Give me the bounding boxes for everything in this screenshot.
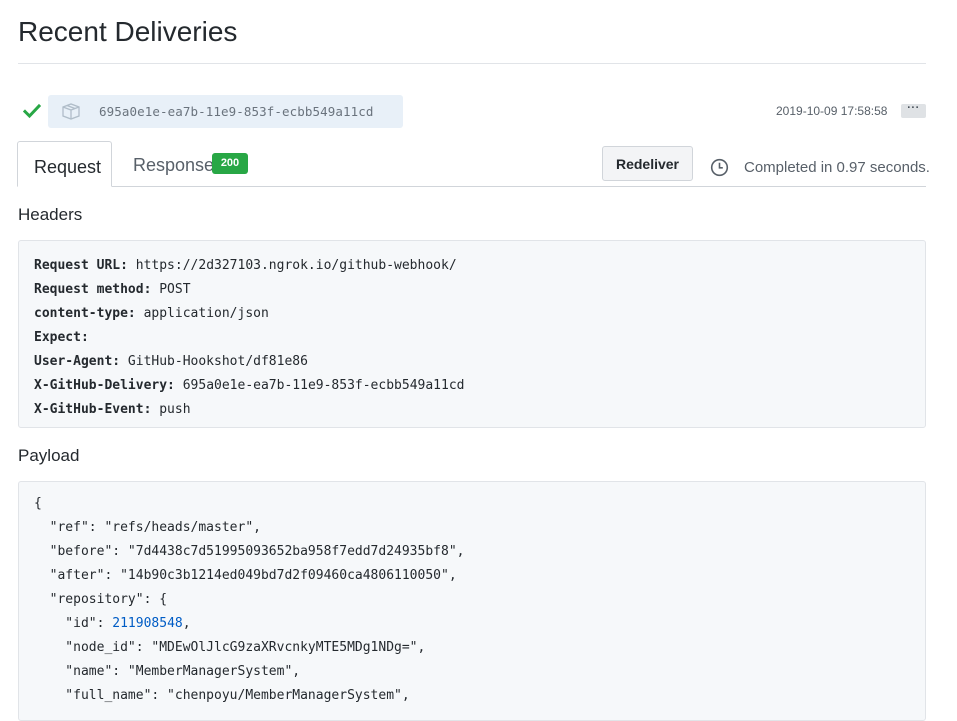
- header-key: Request URL:: [34, 258, 128, 273]
- delivery-timestamp: 2019-10-09 17:58:58: [776, 104, 888, 118]
- header-line: Expect:: [34, 326, 925, 350]
- payload-line: "full_name": "chenpoyu/MemberManagerSyst…: [34, 688, 410, 703]
- tab-request-label: Request: [34, 157, 102, 177]
- payload-line: "after": "14b90c3b1214ed049bd7d2f09460ca…: [34, 568, 457, 583]
- headers-heading: Headers: [18, 205, 83, 224]
- header-key: X-GitHub-Event:: [34, 402, 152, 417]
- response-status-badge: 200: [212, 153, 248, 174]
- header-key: content-type:: [34, 306, 136, 321]
- payload-heading: Payload: [18, 446, 80, 465]
- header-value: push: [151, 402, 191, 417]
- headers-block: Request URL: https://2d327103.ngrok.io/g…: [18, 240, 926, 428]
- redeliver-button[interactable]: Redeliver: [602, 146, 693, 181]
- header-value: 695a0e1e-ea7b-11e9-853f-ecbb549a11cd: [174, 378, 465, 393]
- tab-response[interactable]: Response: [133, 155, 214, 176]
- header-value: application/json: [135, 306, 269, 321]
- payload-line: "id": 211908548,: [34, 612, 925, 636]
- header-line: Request URL: https://2d327103.ngrok.io/g…: [34, 254, 925, 278]
- header-line: X-GitHub-Delivery: 695a0e1e-ea7b-11e9-85…: [34, 374, 925, 398]
- header-line: content-type: application/json: [34, 302, 925, 326]
- payload-line: "before": "7d4438c7d51995093652ba958f7ed…: [34, 544, 465, 559]
- package-icon: [62, 103, 80, 120]
- header-key: User-Agent:: [34, 354, 121, 369]
- tab-request[interactable]: Request: [17, 141, 112, 187]
- page-title: Recent Deliveries: [18, 16, 238, 47]
- json-punct: ,: [182, 616, 191, 631]
- check-icon: [23, 103, 41, 119]
- header-value: https://2d327103.ngrok.io/github-webhook…: [127, 258, 457, 273]
- payload-line: {: [34, 496, 42, 511]
- payload-line: "node_id": "MDEwOlJlcG9zaXRvcnkyMTE5MDg1…: [34, 640, 426, 655]
- header-key: Request method:: [34, 282, 152, 297]
- json-number: 211908548: [112, 616, 183, 631]
- payload-line: "ref": "refs/heads/master",: [34, 520, 261, 535]
- header-line: Request method: POST: [34, 278, 925, 302]
- completion-time: Completed in 0.97 seconds.: [744, 159, 930, 176]
- header-key: Expect:: [34, 330, 89, 345]
- payload-block: { "ref": "refs/heads/master", "before": …: [18, 481, 926, 721]
- payload-line: "repository": {: [34, 592, 168, 607]
- delivery-guid-toggle[interactable]: 695a0e1e-ea7b-11e9-853f-ecbb549a11cd: [48, 95, 403, 128]
- header-line: User-Agent: GitHub-Hookshot/df81e86: [34, 350, 925, 374]
- payload-line: "name": "MemberManagerSystem",: [34, 664, 301, 679]
- clock-icon: [710, 158, 729, 177]
- title-divider: [18, 63, 926, 64]
- header-key: X-GitHub-Delivery:: [34, 378, 175, 393]
- json-key: "id":: [34, 616, 113, 631]
- more-options-button[interactable]: ···: [901, 103, 926, 118]
- header-line: X-GitHub-Event: push: [34, 398, 925, 422]
- header-value: POST: [151, 282, 191, 297]
- header-value: GitHub-Hookshot/df81e86: [120, 354, 308, 369]
- tabs-divider: [18, 186, 926, 187]
- delivery-guid: 695a0e1e-ea7b-11e9-853f-ecbb549a11cd: [99, 104, 374, 119]
